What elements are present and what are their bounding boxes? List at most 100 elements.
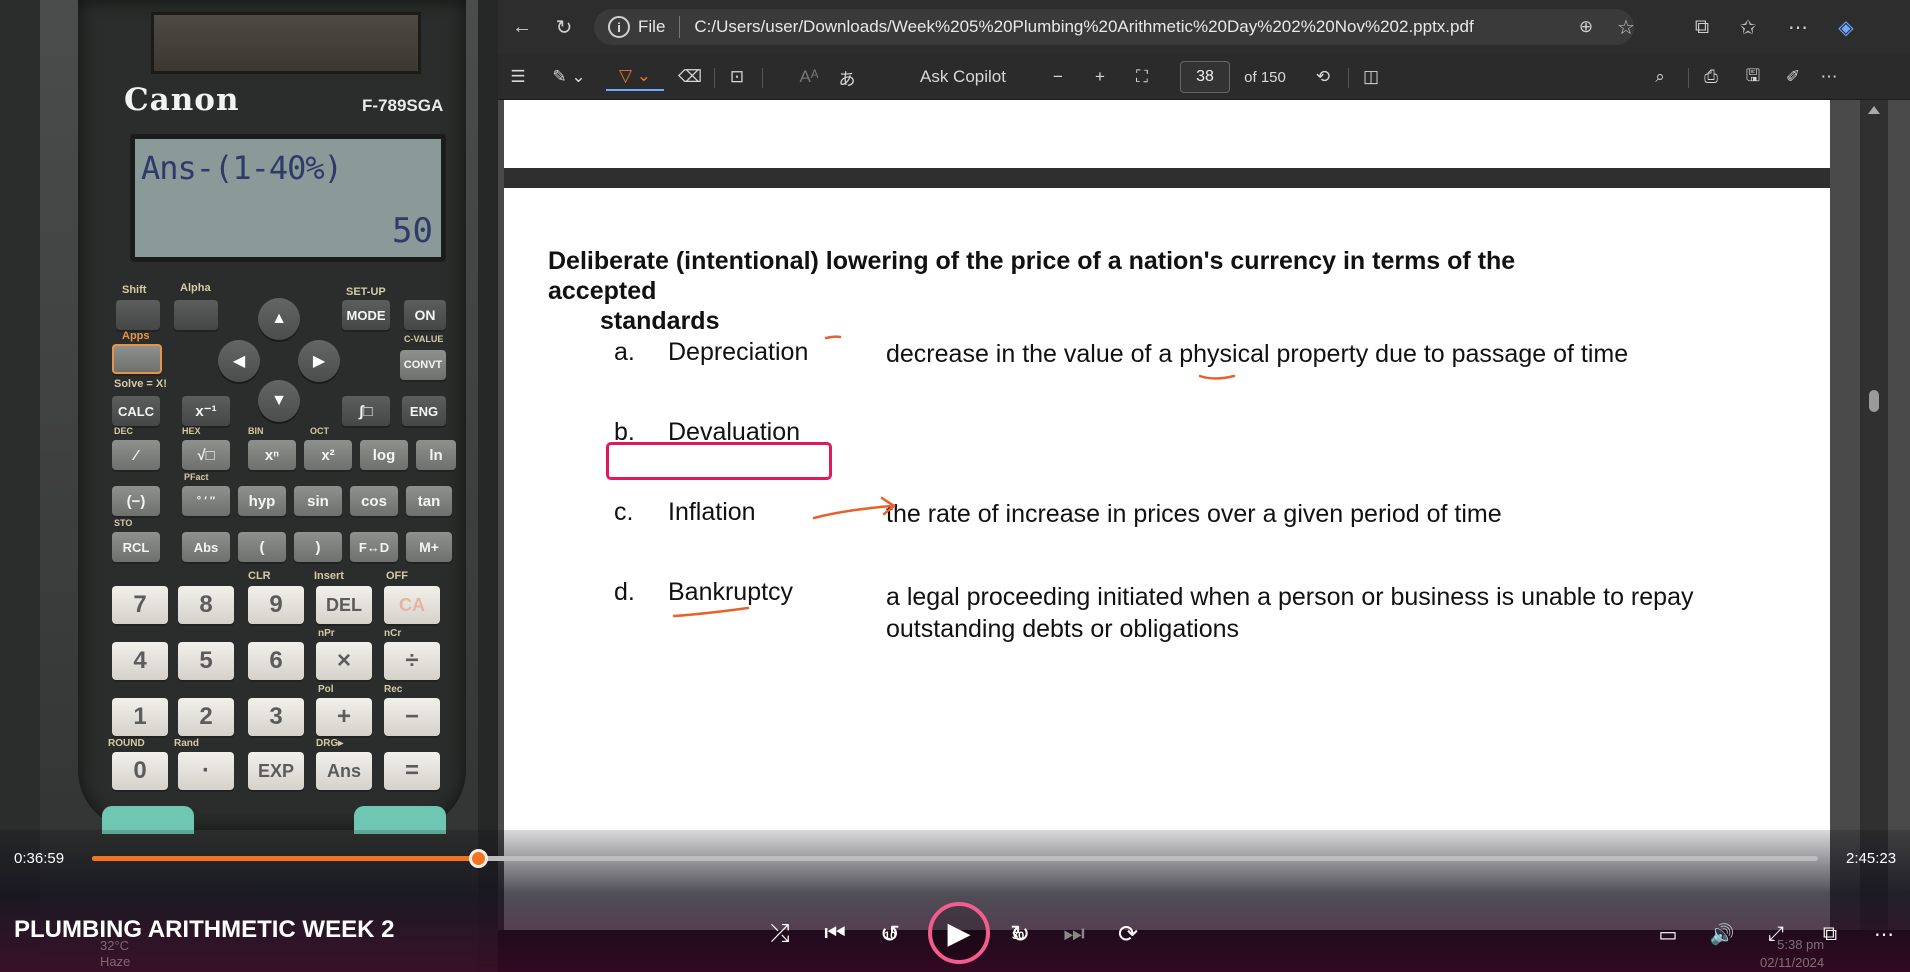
key-0: 0 bbox=[112, 752, 168, 790]
page-number-input[interactable]: 38 bbox=[1180, 61, 1230, 93]
display-expression: Ans-(1-40%) bbox=[141, 149, 343, 187]
annotation-underline-bankruptcy bbox=[672, 606, 750, 618]
dpad-up-icon: ▲ bbox=[258, 298, 300, 340]
dpad-right-icon: ▶ bbox=[298, 340, 340, 382]
next-icon[interactable]: ⏭ bbox=[1054, 916, 1094, 952]
toolbar-separator bbox=[714, 68, 715, 88]
player-more-icon[interactable]: ⋯ bbox=[1864, 916, 1904, 952]
volume-icon[interactable]: 🔊 bbox=[1702, 916, 1742, 952]
square-key: x² bbox=[304, 440, 352, 470]
copilot-icon[interactable]: ◈ bbox=[1832, 13, 1860, 41]
key-2: 2 bbox=[178, 698, 234, 736]
more-menu-icon[interactable]: ⋯ bbox=[1784, 13, 1812, 41]
page-view-icon[interactable]: ◫ bbox=[1358, 63, 1384, 91]
apps-key bbox=[112, 344, 162, 374]
display-result: 50 bbox=[392, 211, 433, 251]
text-box-icon[interactable]: ⊡ bbox=[724, 63, 750, 91]
translate-icon[interactable]: あ bbox=[834, 63, 860, 91]
title-bar: ← ↻ i File C:/Users/user/Downloads/Week%… bbox=[498, 0, 1910, 54]
zoom-in-icon[interactable]: + bbox=[1088, 63, 1112, 91]
exp-key: EXP bbox=[248, 752, 304, 790]
mini-player-icon[interactable]: ⧉ bbox=[1810, 916, 1850, 952]
key-label: Alpha bbox=[180, 282, 211, 294]
seek-bar-progress bbox=[92, 856, 479, 861]
calculator-brand: Canon bbox=[124, 82, 240, 118]
eraser-icon[interactable]: ⌫ bbox=[678, 63, 702, 91]
search-icon[interactable]: ⌕ bbox=[1648, 63, 1672, 91]
read-aloud-icon[interactable]: Aᴬ bbox=[796, 63, 822, 91]
contents-icon[interactable]: ☰ bbox=[506, 63, 530, 91]
pdf-toolbar: ☰ ✎ ⌄ ▽ ⌄ ⌫ ⊡ Aᴬ あ Ask Copilot − + ⛶ 38 … bbox=[498, 54, 1910, 100]
extensions-icon[interactable]: ⧉ bbox=[1688, 13, 1716, 41]
previous-icon[interactable]: ⏮ bbox=[815, 916, 855, 952]
rotate-icon[interactable]: ⟲ bbox=[1310, 63, 1336, 91]
play-button[interactable]: ▶ bbox=[928, 902, 990, 964]
key-4: 4 bbox=[112, 642, 168, 680]
key-label: Shift bbox=[122, 284, 147, 296]
power-key: xⁿ bbox=[248, 440, 296, 470]
open-paren-key: ( bbox=[238, 532, 286, 562]
repeat-off-icon[interactable]: ⟳ bbox=[1108, 916, 1148, 952]
calc-key: CALC bbox=[112, 396, 160, 426]
fraction-key: ⁄ bbox=[112, 440, 160, 470]
pen-annotations bbox=[672, 335, 1236, 618]
abs-key: Abs bbox=[182, 532, 230, 562]
mode-key: MODE bbox=[342, 300, 390, 330]
reciprocal-key: x⁻¹ bbox=[182, 396, 230, 426]
key-label: BIN bbox=[248, 426, 264, 436]
key-label: Rand bbox=[174, 738, 199, 749]
ask-copilot-button[interactable]: Ask Copilot bbox=[908, 63, 1018, 91]
favorite-star-icon[interactable]: ☆ bbox=[1612, 13, 1640, 41]
info-icon[interactable]: i bbox=[608, 16, 630, 38]
address-separator bbox=[679, 16, 681, 38]
dms-key: ° ′ ″ bbox=[182, 486, 230, 516]
back-icon[interactable]: ← bbox=[508, 13, 536, 41]
draw-icon[interactable]: ✎ ⌄ bbox=[544, 63, 594, 91]
current-time: 0:36:59 bbox=[14, 850, 65, 867]
highlight-icon[interactable]: ▽ ⌄ bbox=[606, 63, 664, 91]
captions-icon[interactable]: ▭ bbox=[1648, 916, 1688, 952]
weather-condition: Haze bbox=[100, 954, 131, 969]
seek-bar[interactable] bbox=[92, 849, 1818, 868]
zoom-out-icon[interactable]: − bbox=[1046, 63, 1070, 91]
key-3: 3 bbox=[248, 698, 304, 736]
ca-key: CA bbox=[384, 586, 440, 624]
vertical-scrollbar[interactable] bbox=[1860, 100, 1888, 930]
key-1: 1 bbox=[112, 698, 168, 736]
cos-key: cos bbox=[350, 486, 398, 516]
ans-key: Ans bbox=[316, 752, 372, 790]
fit-page-icon[interactable]: ⛶ bbox=[1128, 63, 1156, 91]
scroll-up-arrow-icon[interactable] bbox=[1868, 106, 1880, 114]
print-icon[interactable]: ⎙ bbox=[1698, 63, 1724, 91]
key-label: HEX bbox=[182, 426, 201, 436]
save-as-icon[interactable]: ✐ bbox=[1780, 63, 1806, 91]
seek-bar-thumb[interactable] bbox=[468, 849, 488, 868]
address-url[interactable]: C:/Users/user/Downloads/Week%205%20Plumb… bbox=[694, 17, 1473, 37]
key-label: nPr bbox=[318, 628, 335, 639]
negative-key: (−) bbox=[112, 486, 160, 516]
pdf-more-icon[interactable]: ⋯ bbox=[1816, 63, 1842, 91]
calculator-video-feed: Canon F-789SGA Ans-(1-40%) 50 Shift Alph… bbox=[0, 0, 498, 972]
favorites-icon[interactable]: ✩ bbox=[1734, 13, 1762, 41]
fd-key: F↔D bbox=[350, 532, 398, 562]
toolbar-separator bbox=[1348, 68, 1349, 88]
play-icon: ▶ bbox=[947, 916, 971, 950]
save-icon[interactable]: 🖫 bbox=[1740, 63, 1766, 91]
key-label: OFF bbox=[386, 570, 408, 582]
address-bar[interactable]: i File C:/Users/user/Downloads/Week%205%… bbox=[594, 9, 1634, 45]
annotation-dash bbox=[824, 335, 842, 340]
integral-key: ∫□ bbox=[342, 396, 390, 426]
refresh-icon[interactable]: ↻ bbox=[550, 13, 578, 41]
eng-key: ENG bbox=[402, 396, 446, 426]
mplus-key: M+ bbox=[406, 532, 452, 562]
browser-window: ← ↻ i File C:/Users/user/Downloads/Week%… bbox=[498, 0, 1910, 930]
shuffle-icon[interactable]: ⤮ bbox=[760, 916, 800, 952]
key-label: STO bbox=[114, 518, 133, 528]
scroll-thumb[interactable] bbox=[1869, 390, 1879, 412]
sqrt-key: √□ bbox=[182, 440, 230, 470]
pdf-viewer[interactable]: Deliberate (intentional) lowering of the… bbox=[498, 100, 1910, 930]
fullscreen-icon[interactable]: ⤢ bbox=[1756, 916, 1796, 952]
key-6: 6 bbox=[248, 642, 304, 680]
key-label: Rec bbox=[384, 684, 403, 695]
zoom-icon[interactable]: ⊕ bbox=[1572, 13, 1600, 41]
